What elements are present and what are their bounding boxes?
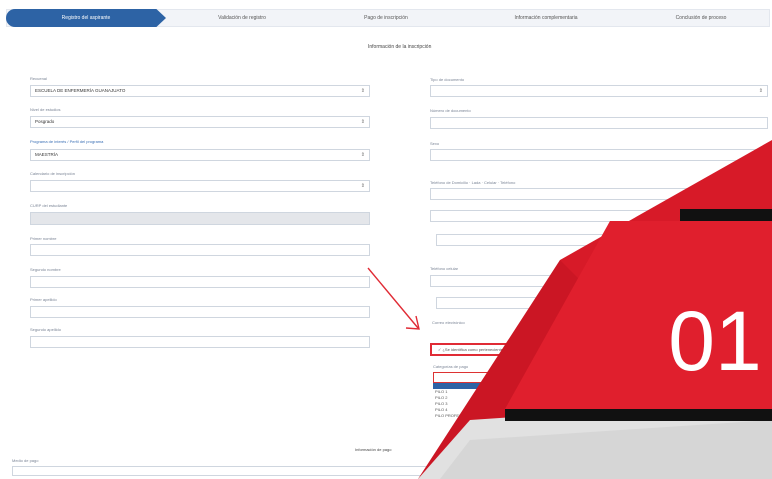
step-badge: 01 <box>418 140 772 479</box>
badge-number: 01 <box>668 294 761 388</box>
badge-stripe-top <box>680 209 772 221</box>
badge-stripe-bottom <box>505 409 772 421</box>
